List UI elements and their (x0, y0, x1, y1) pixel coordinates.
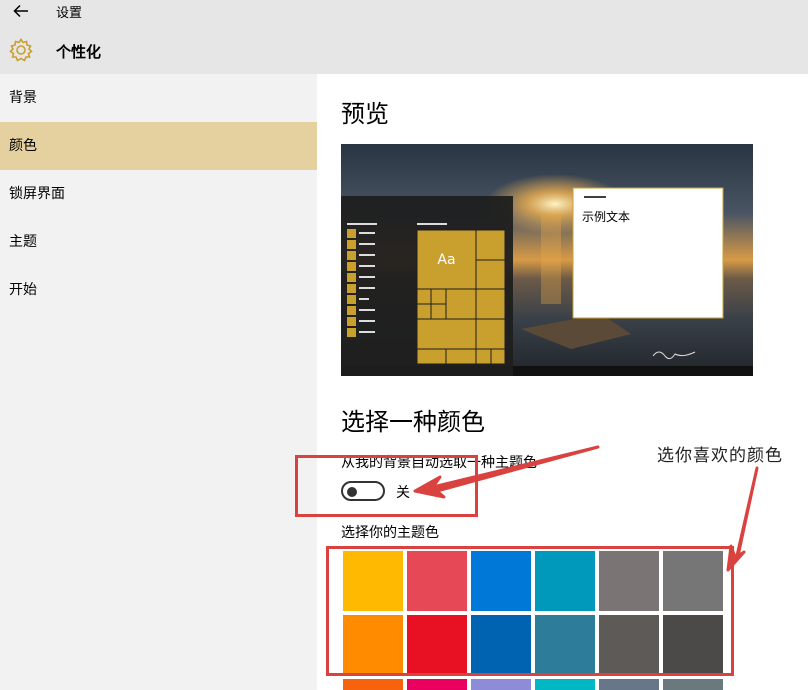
color-swatch[interactable] (407, 679, 467, 690)
preview-image: Aa 示例文本 (341, 144, 753, 376)
sidebar-item-themes[interactable]: 主题 (0, 218, 317, 266)
color-swatch[interactable] (343, 679, 403, 690)
sidebar-item-background[interactable]: 背景 (0, 74, 317, 122)
back-button[interactable] (8, 0, 34, 22)
color-swatch[interactable] (663, 679, 723, 690)
color-swatch[interactable] (471, 679, 531, 690)
color-swatch[interactable] (599, 679, 659, 690)
preview-illustration (341, 144, 753, 376)
title-bar: 设置 个性化 (0, 0, 808, 74)
gear-icon (9, 38, 33, 62)
arrow-left-icon (13, 4, 28, 18)
preview-heading: 预览 (341, 100, 389, 128)
sidebar-item-colors[interactable]: 颜色 (0, 122, 317, 170)
annotation-box-swatches (326, 546, 734, 676)
choose-color-heading: 选择一种颜色 (341, 408, 485, 436)
app-title: 设置 (56, 6, 83, 21)
annotation-box-toggle (295, 455, 478, 517)
annotation-callout: 选你喜欢的颜色 (657, 446, 783, 466)
sidebar: 背景 颜色 锁屏界面 主题 开始 (0, 74, 317, 690)
preview-tile-label: Aa (437, 252, 456, 268)
preview-sample-text: 示例文本 (582, 210, 631, 224)
sidebar-item-start[interactable]: 开始 (0, 266, 317, 314)
accent-color-label: 选择你的主题色 (341, 525, 439, 541)
color-swatch[interactable] (535, 679, 595, 690)
page-title: 个性化 (56, 43, 102, 61)
sidebar-item-lock-screen[interactable]: 锁屏界面 (0, 170, 317, 218)
